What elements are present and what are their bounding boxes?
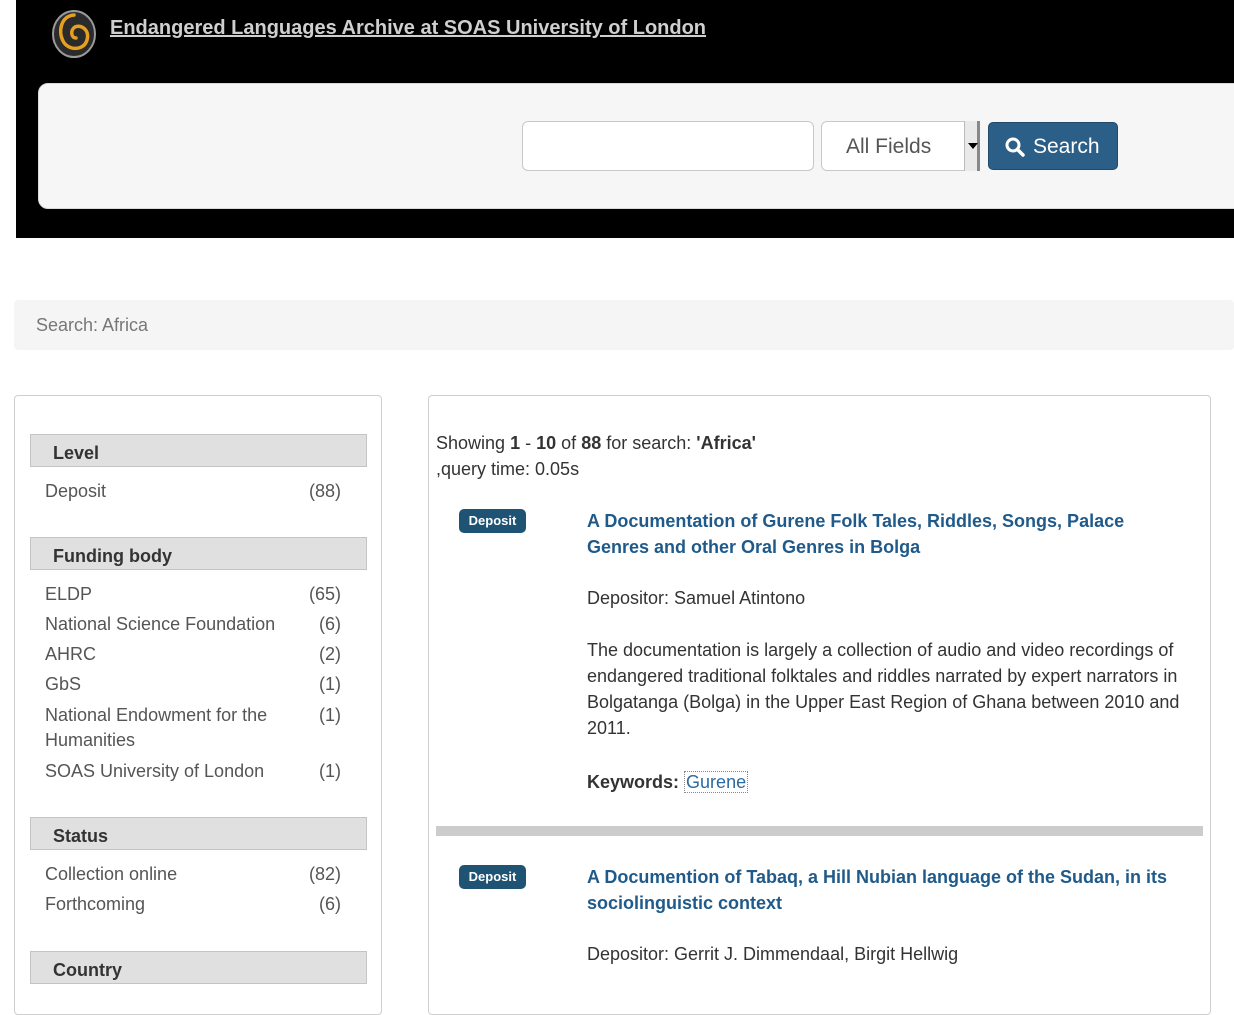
facet-item-label: GbS	[45, 674, 82, 694]
result-divider	[436, 826, 1203, 836]
summary-query-time: ,query time: 0.05s	[436, 459, 580, 479]
facet-item-count: (6)	[319, 894, 341, 914]
facet-item-label: National Science Foundation	[45, 614, 276, 634]
result-depositor: Depositor: Gerrit J. Dimmendaal, Birgit …	[587, 944, 959, 964]
search-input[interactable]	[522, 121, 814, 171]
facet-item-count: (1)	[319, 761, 341, 781]
facet-item-count: (88)	[308, 481, 341, 501]
elar-logo-icon[interactable]	[51, 7, 97, 59]
result-depositor: Depositor: Samuel Atintono	[587, 588, 806, 608]
results-summary: Showing 1 - 10 of 88 for search: 'Africa…	[436, 430, 756, 482]
site-title-link[interactable]: Endangered Languages Archive at SOAS Uni…	[110, 17, 706, 40]
facet-item-eldp[interactable]: ELDP (65)	[45, 582, 341, 607]
result-keywords: Keywords: Gurene	[587, 769, 1187, 795]
dropdown-arrow-icon[interactable]	[964, 121, 980, 171]
facet-item-deposit[interactable]: Deposit (88)	[45, 479, 341, 504]
result-title-link[interactable]: A Documentation of Gurene Folk Tales, Ri…	[587, 508, 1187, 560]
facet-item-nsf[interactable]: National Science Foundation (6)	[45, 612, 341, 637]
facet-item-forthcoming[interactable]: Forthcoming (6)	[45, 892, 341, 917]
facet-heading-level[interactable]: Level	[30, 434, 367, 467]
facet-item-gbs[interactable]: GbS (1)	[45, 672, 341, 697]
facet-item-label: National Endowment for the Humanities	[45, 705, 268, 750]
keyword-link[interactable]: Gurene	[684, 771, 749, 793]
facet-item-label: Deposit	[45, 481, 107, 501]
facet-item-count: (1)	[319, 705, 341, 725]
summary-for-search: for search:	[606, 433, 692, 453]
result-keywords-label: Keywords:	[587, 772, 680, 792]
facet-heading-funding-body[interactable]: Funding body	[30, 537, 367, 570]
facet-item-count: (2)	[319, 644, 341, 664]
summary-of: of	[561, 433, 577, 453]
results-panel: Showing 1 - 10 of 88 for search: 'Africa…	[428, 395, 1211, 1015]
search-button[interactable]: Search	[988, 122, 1118, 170]
site-header: Endangered Languages Archive at SOAS Uni…	[16, 0, 1234, 238]
result-title-link[interactable]: A Documention of Tabaq, a Hill Nubian la…	[587, 864, 1187, 916]
facet-item-label: Collection online	[45, 864, 178, 884]
facet-item-label: ELDP	[45, 584, 93, 604]
facet-item-count: (82)	[308, 864, 341, 884]
summary-query: 'Africa'	[696, 433, 756, 453]
facet-heading-status[interactable]: Status	[30, 817, 367, 850]
breadcrumb-text: Search: Africa	[36, 315, 149, 335]
facet-item-label: AHRC	[45, 644, 97, 664]
breadcrumb: Search: Africa	[14, 300, 1234, 350]
facet-item-ahrc[interactable]: AHRC (2)	[45, 642, 341, 667]
facet-item-label: Forthcoming	[45, 894, 146, 914]
facet-sidebar: Level Deposit (88) Funding body ELDP (65…	[14, 395, 382, 1015]
result-description: The documentation is largely a collectio…	[587, 640, 1180, 738]
summary-total: 88	[581, 433, 602, 453]
facet-item-label: SOAS University of London	[45, 761, 265, 781]
facet-item-soas[interactable]: SOAS University of London (1)	[45, 759, 341, 784]
facet-item-count: (1)	[319, 674, 341, 694]
search-field-selected: All Fields	[846, 135, 932, 158]
summary-from: 1	[510, 433, 521, 453]
summary-showing: Showing	[436, 433, 506, 453]
search-panel: All Fields Search	[38, 83, 1234, 209]
summary-dash: -	[525, 433, 532, 453]
summary-to: 10	[536, 433, 557, 453]
facet-heading-country[interactable]: Country	[30, 951, 367, 984]
facet-item-count: (6)	[319, 614, 341, 634]
facet-item-count: (65)	[308, 584, 341, 604]
result-type-badge: Deposit	[459, 865, 526, 889]
facet-item-collection-online[interactable]: Collection online (82)	[45, 862, 341, 887]
search-icon	[1005, 137, 1025, 157]
search-button-label: Search	[1033, 135, 1100, 158]
search-field-select[interactable]: All Fields	[821, 121, 980, 171]
facet-item-neh[interactable]: National Endowment for the Humanities (1…	[45, 703, 341, 753]
result-type-badge: Deposit	[459, 509, 526, 533]
